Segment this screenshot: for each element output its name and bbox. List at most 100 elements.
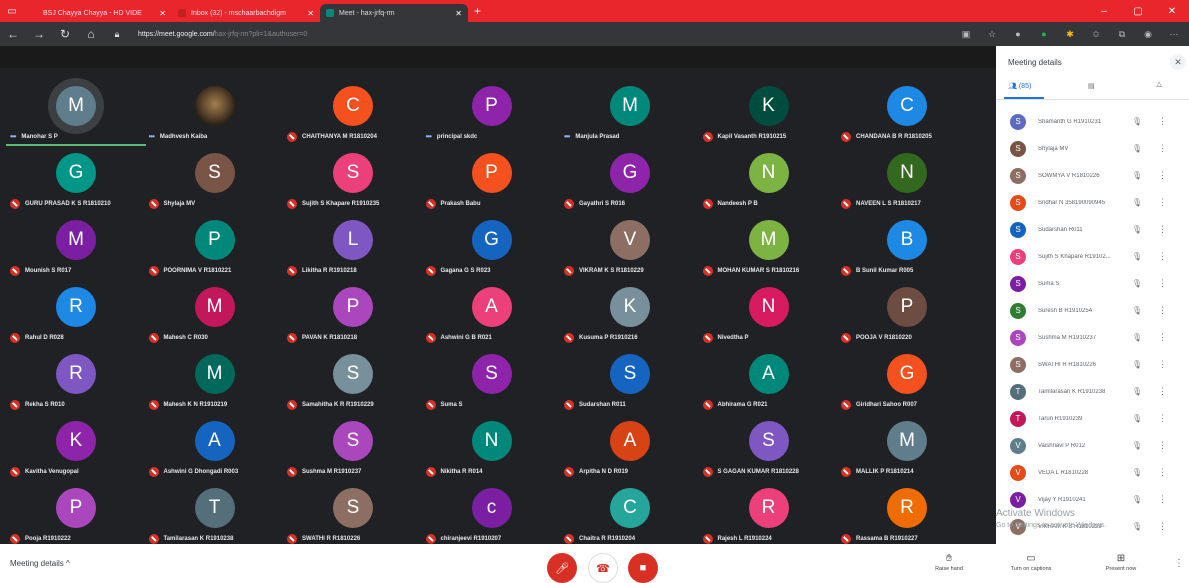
- participant-list-item[interactable]: S Sridhar N 358190090945 🎙︎ ⋮: [996, 189, 1189, 216]
- participant-tile[interactable]: P POORNIMA V R1810221: [145, 212, 285, 278]
- participant-tile[interactable]: V VIKRAM K S R1810229: [560, 212, 700, 278]
- participant-tile[interactable]: c chiranjeevi R1910207: [422, 480, 562, 546]
- participant-tile[interactable]: P Prakash Babu: [422, 145, 562, 211]
- close-panel-button[interactable]: ✕: [1170, 54, 1186, 70]
- participant-tile[interactable]: G Gayathri S R016: [560, 145, 700, 211]
- participant-tile[interactable]: G GURU PRASAD K S R1810210: [6, 145, 146, 211]
- close-tab-icon[interactable]: ✕: [159, 9, 166, 18]
- new-tab-button[interactable]: +: [474, 4, 481, 18]
- browser-tab[interactable]: Inbox (32) - mschaarbachdigm ✕: [172, 4, 320, 22]
- participant-tile[interactable]: M ••• Manjula Prasad: [560, 78, 700, 144]
- participant-tile[interactable]: K Kavitha Venugopal: [6, 413, 146, 479]
- mic-off-icon[interactable]: 🎙︎: [1132, 522, 1142, 531]
- star-icon[interactable]: ☆: [987, 29, 997, 40]
- close-tab-icon[interactable]: ✕: [307, 9, 314, 18]
- mic-off-icon[interactable]: 🎙︎: [1132, 333, 1142, 342]
- leave-call-button[interactable]: ☎︎: [588, 553, 618, 583]
- more-vert-icon[interactable]: ⋮: [1158, 305, 1167, 316]
- profile-icon[interactable]: ◉: [1143, 29, 1153, 40]
- participant-tile[interactable]: S Sudarshan R011: [560, 346, 700, 412]
- more-vert-icon[interactable]: ⋮: [1158, 224, 1167, 235]
- present-now-button[interactable]: ⊞ Present now: [1091, 553, 1151, 572]
- participant-list-item[interactable]: T Tamilarasan K R1910238 🎙︎ ⋮: [996, 378, 1189, 405]
- participant-list-item[interactable]: S Sushma M R1910237 🎙︎ ⋮: [996, 324, 1189, 351]
- participant-tile[interactable]: S SWATHI R R1810226: [283, 480, 423, 546]
- camera-indicator-icon[interactable]: ▣: [961, 29, 971, 40]
- more-options-button[interactable]: ⋮: [1174, 558, 1184, 569]
- mic-off-icon[interactable]: 🎙︎: [1132, 225, 1142, 234]
- participant-tile[interactable]: L Likitha R R1910218: [283, 212, 423, 278]
- more-vert-icon[interactable]: ⋮: [1158, 251, 1167, 262]
- participant-tile[interactable]: N Nikitha R R014: [422, 413, 562, 479]
- participant-tile[interactable]: A Arpitha N D R019: [560, 413, 700, 479]
- participant-tile[interactable]: R Rahul D R028: [6, 279, 146, 345]
- participant-list-item[interactable]: S Shamanth G R1910231 🎙︎ ⋮: [996, 108, 1189, 135]
- participant-tile[interactable]: A Ashwini G Dhongadi R003: [145, 413, 285, 479]
- more-vert-icon[interactable]: ⋮: [1158, 413, 1167, 424]
- participant-tile[interactable]: S Shylaja MV: [145, 145, 285, 211]
- participant-list-item[interactable]: S Sudarshan R011 🎙︎ ⋮: [996, 216, 1189, 243]
- more-vert-icon[interactable]: ⋮: [1158, 521, 1167, 532]
- participant-tile[interactable]: N NAVEEN L S R1810217: [837, 145, 977, 211]
- participant-tile[interactable]: S Sushma M R1910237: [283, 413, 423, 479]
- record-icon[interactable]: ●: [1013, 29, 1023, 40]
- participant-tile[interactable]: T Tamilarasan K R1910238: [145, 480, 285, 546]
- participant-list-item[interactable]: S SOWMYA V R1810226 🎙︎ ⋮: [996, 162, 1189, 189]
- maximize-button[interactable]: ▢: [1121, 6, 1155, 17]
- participant-tile[interactable]: G Gagana G S R023: [422, 212, 562, 278]
- minimize-button[interactable]: –: [1087, 6, 1121, 17]
- participant-tile[interactable]: M ••• Manohar S P: [6, 78, 146, 146]
- participant-tile[interactable]: G Giridhari Sahoo R007: [837, 346, 977, 412]
- forward-icon[interactable]: →: [26, 27, 52, 41]
- captions-button[interactable]: ▭ Turn on captions: [1001, 553, 1061, 572]
- participant-tile[interactable]: M MALLIK P R1810214: [837, 413, 977, 479]
- participant-tile[interactable]: M MOHAN KUMAR S R1810216: [699, 212, 839, 278]
- participant-tile[interactable]: K Kusuma P R1910216: [560, 279, 700, 345]
- browser-tab[interactable]: BSJ Chayya Chayya - HD VIDE ✕: [24, 4, 172, 22]
- mic-off-icon[interactable]: 🎙︎: [1132, 279, 1142, 288]
- participant-tile[interactable]: S Suma S: [422, 346, 562, 412]
- home-icon[interactable]: ⌂: [78, 27, 104, 41]
- more-vert-icon[interactable]: ⋮: [1158, 116, 1167, 127]
- mic-off-icon[interactable]: 🎙︎: [1132, 495, 1142, 504]
- more-vert-icon[interactable]: ⋮: [1158, 467, 1167, 478]
- participant-tile[interactable]: M Mounish S R017: [6, 212, 146, 278]
- more-vert-icon[interactable]: ⋮: [1158, 386, 1167, 397]
- mic-off-icon[interactable]: 🎙︎: [1132, 198, 1142, 207]
- extension-2-icon[interactable]: ✱: [1065, 29, 1075, 40]
- participant-tile[interactable]: S Sujith S Khapare R1910235: [283, 145, 423, 211]
- participant-tile[interactable]: P ••• principal skdc: [422, 78, 562, 144]
- participant-tile[interactable]: K Kapil Vasanth R1910215: [699, 78, 839, 144]
- participant-tile[interactable]: N Nandeesh P B: [699, 145, 839, 211]
- participant-tile[interactable]: ••• Madhvesh Kaiba: [145, 78, 285, 144]
- more-vert-icon[interactable]: ⋮: [1158, 143, 1167, 154]
- tab-chat[interactable]: ▤: [1088, 82, 1095, 90]
- mic-off-icon[interactable]: 🎙︎: [1132, 306, 1142, 315]
- participant-tile[interactable]: P POOJA V R1810220: [837, 279, 977, 345]
- participant-tile[interactable]: S S GAGAN KUMAR R1810228: [699, 413, 839, 479]
- collections-icon[interactable]: ⧉: [1117, 29, 1127, 40]
- mic-off-icon[interactable]: 🎙︎: [1132, 441, 1142, 450]
- extension-icon[interactable]: ●: [1039, 29, 1049, 40]
- window-menu-icon[interactable]: ▭: [0, 0, 24, 22]
- participant-tile[interactable]: R Rekha S R010: [6, 346, 146, 412]
- mic-off-icon[interactable]: 🎙︎: [1132, 414, 1142, 423]
- back-icon[interactable]: ←: [0, 27, 26, 41]
- raise-hand-button[interactable]: ✋︎ Raise hand: [919, 553, 979, 572]
- participant-tile[interactable]: C Chaitra R R1910204: [560, 480, 700, 546]
- participant-tile[interactable]: M Mahesh K N R1910219: [145, 346, 285, 412]
- more-vert-icon[interactable]: ⋮: [1158, 170, 1167, 181]
- participant-list-item[interactable]: T Tarun R1910239 🎙︎ ⋮: [996, 405, 1189, 432]
- participant-tile[interactable]: M Mahesh C R030: [145, 279, 285, 345]
- tab-activities[interactable]: ⧊: [1156, 82, 1162, 90]
- mic-toggle-button[interactable]: 🎤︎: [547, 553, 577, 583]
- more-vert-icon[interactable]: ⋮: [1158, 440, 1167, 451]
- url-field[interactable]: https://meet.google.com/hax-jrfq-rm?pli=…: [138, 31, 961, 38]
- participant-tile[interactable]: S Samahitha K R R1910229: [283, 346, 423, 412]
- participant-tile[interactable]: R Rajesh L R1910224: [699, 480, 839, 546]
- participant-list-item[interactable]: S Suma S 🎙︎ ⋮: [996, 270, 1189, 297]
- participant-list-item[interactable]: V Vaishnavi P R012 🎙︎ ⋮: [996, 432, 1189, 459]
- mic-off-icon[interactable]: 🎙︎: [1132, 387, 1142, 396]
- participant-tile[interactable]: P Pooja R1910222: [6, 480, 146, 546]
- more-vert-icon[interactable]: ⋮: [1158, 359, 1167, 370]
